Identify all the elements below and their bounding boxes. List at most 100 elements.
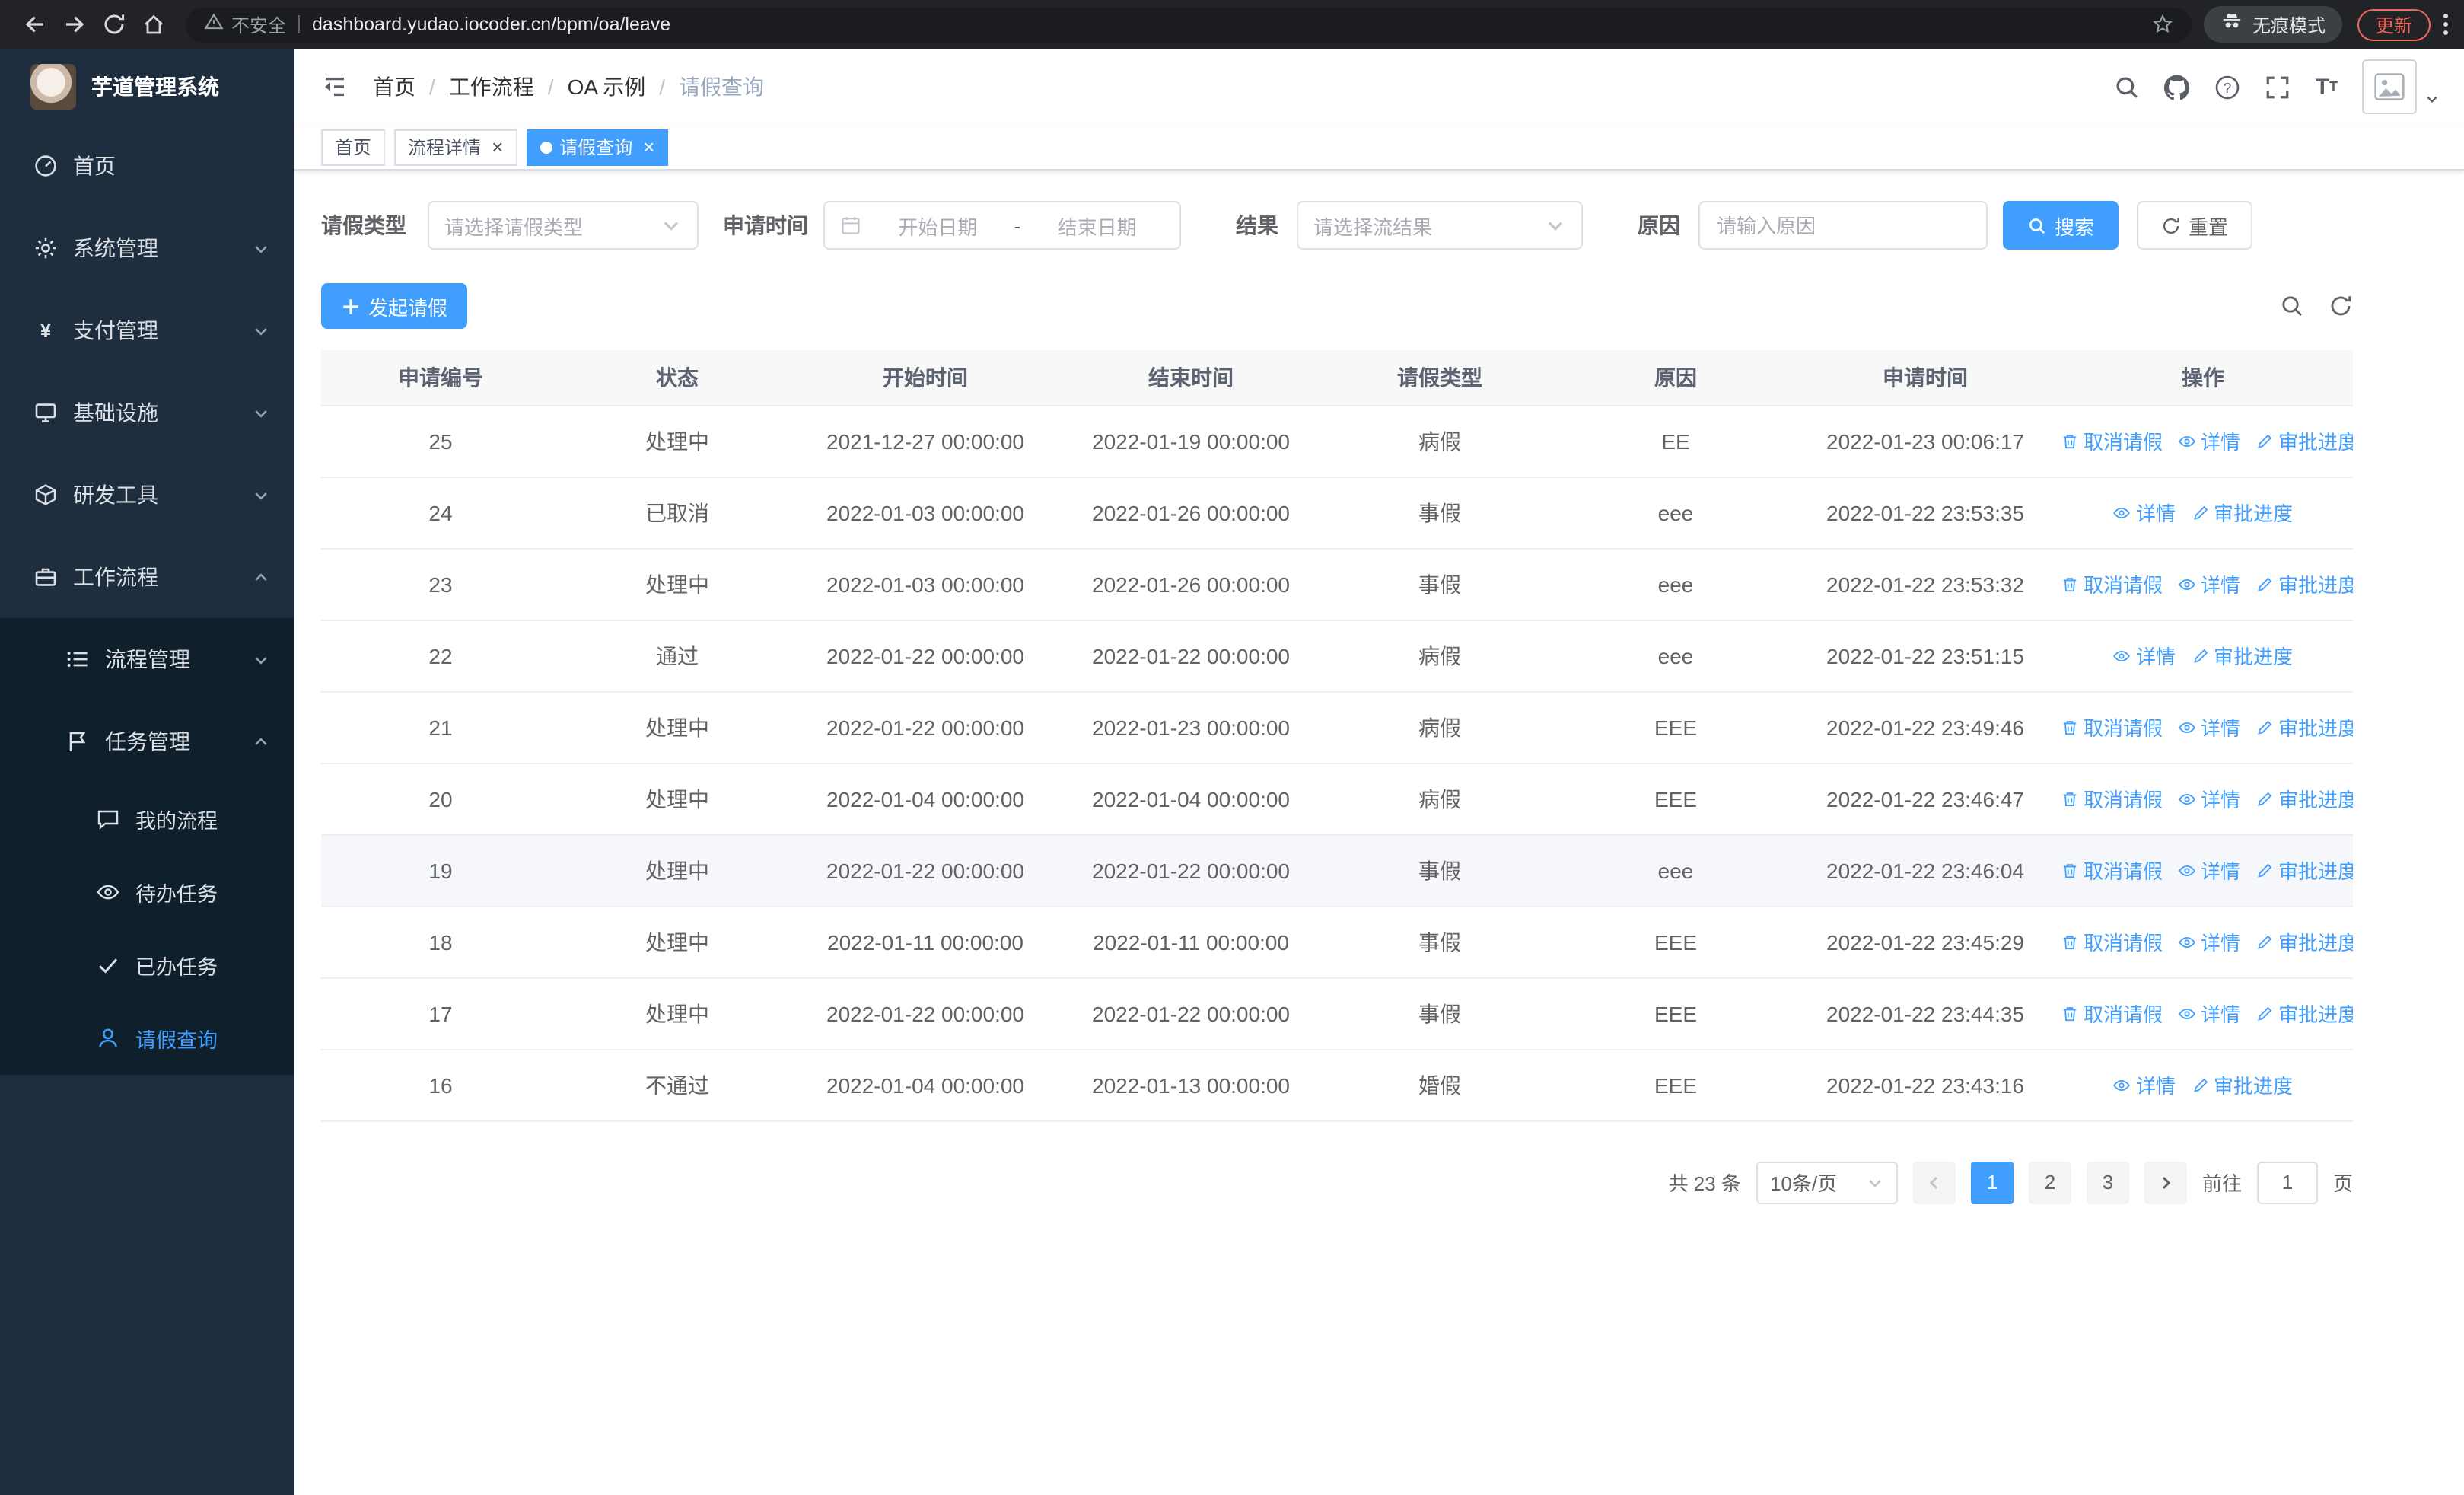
browser-menu-icon[interactable]: [2443, 12, 2449, 37]
action-label: 审批进度: [2214, 502, 2294, 525]
tab-请假查询[interactable]: 请假查询 ×: [526, 129, 669, 165]
fullscreen-icon[interactable]: [2265, 74, 2291, 100]
check-icon: [94, 952, 120, 978]
breadcrumb-item[interactable]: 工作流程: [449, 72, 534, 102]
forward-icon[interactable]: [55, 5, 94, 44]
sidebar-item-infra[interactable]: 基础设施: [0, 371, 294, 454]
cancel-link[interactable]: 取消请假: [2061, 426, 2163, 455]
sidebar-item-home[interactable]: 首页: [0, 125, 294, 207]
progress-link[interactable]: 审批进度: [2191, 641, 2293, 670]
cancel-link[interactable]: 取消请假: [2061, 712, 2163, 741]
font-size-icon[interactable]: TT: [2316, 75, 2338, 98]
page-button-2[interactable]: 2: [2028, 1161, 2071, 1203]
cancel-link[interactable]: 取消请假: [2061, 569, 2163, 598]
cancel-link[interactable]: 取消请假: [2061, 856, 2163, 885]
cell-id: 22: [321, 620, 560, 692]
detail-link[interactable]: 详情: [2113, 641, 2176, 670]
cell-applied: 2022-01-22 23:49:46: [1797, 691, 2053, 763]
eye-icon: [2178, 432, 2196, 450]
progress-link[interactable]: 审批进度: [2255, 856, 2353, 885]
progress-link[interactable]: 审批进度: [2191, 1070, 2293, 1099]
page-button-3[interactable]: 3: [2086, 1161, 2129, 1203]
cancel-link[interactable]: 取消请假: [2061, 999, 2163, 1028]
leave-type-select[interactable]: 请选择请假类型: [428, 201, 699, 250]
help-icon[interactable]: ?: [2215, 74, 2241, 100]
search-icon[interactable]: [2115, 74, 2141, 100]
chrome-update-button[interactable]: 更新: [2357, 8, 2431, 40]
detail-link[interactable]: 详情: [2178, 927, 2240, 956]
create-leave-button[interactable]: 发起请假: [321, 283, 468, 329]
leave-type-label: 请假类型: [321, 213, 406, 237]
sidebar-item-my-process[interactable]: 我的流程: [0, 783, 294, 856]
prev-page-button[interactable]: [1912, 1161, 1956, 1203]
bookmark-star-icon[interactable]: [2152, 14, 2173, 35]
detail-link[interactable]: 详情: [2178, 856, 2240, 885]
close-icon[interactable]: ×: [492, 137, 503, 157]
progress-link[interactable]: 审批进度: [2191, 498, 2293, 527]
eye-icon: [2113, 503, 2131, 521]
progress-link[interactable]: 审批进度: [2255, 712, 2353, 741]
chevron-down-icon: [2424, 91, 2440, 107]
detail-link[interactable]: 详情: [2178, 784, 2240, 813]
breadcrumb-item[interactable]: OA 示例: [568, 72, 646, 102]
next-page-button[interactable]: [2144, 1161, 2187, 1203]
user-menu[interactable]: [2362, 59, 2440, 114]
sidebar-item-done-tasks[interactable]: 已办任务: [0, 929, 294, 1002]
back-icon[interactable]: [15, 5, 55, 44]
sidebar-item-process-mgmt[interactable]: 流程管理: [0, 618, 294, 700]
breadcrumb-item[interactable]: 首页: [373, 72, 415, 102]
sidebar-item-todo-tasks[interactable]: 待办任务: [0, 856, 294, 929]
progress-link[interactable]: 审批进度: [2255, 569, 2353, 598]
eye-icon: [2178, 1004, 2196, 1022]
sidebar-item-task-mgmt[interactable]: 任务管理: [0, 700, 294, 783]
detail-link[interactable]: 详情: [2178, 712, 2240, 741]
date-range-picker[interactable]: 开始日期 - 结束日期: [823, 201, 1181, 250]
tab-流程详情[interactable]: 流程详情 ×: [394, 129, 517, 165]
sidebar-item-system[interactable]: 系统管理: [0, 207, 294, 289]
reload-icon[interactable]: [94, 5, 134, 44]
pen-icon: [2255, 432, 2274, 450]
progress-link[interactable]: 审批进度: [2255, 784, 2353, 813]
cancel-link[interactable]: 取消请假: [2061, 784, 2163, 813]
cell-type: 病假: [1326, 405, 1554, 477]
home-icon[interactable]: [134, 5, 173, 44]
show-search-icon[interactable]: [2280, 294, 2304, 318]
page-button-1[interactable]: 1: [1970, 1161, 2014, 1203]
pen-icon: [2255, 932, 2274, 951]
cell-type: 事假: [1326, 977, 1554, 1050]
progress-link[interactable]: 审批进度: [2255, 999, 2353, 1028]
reset-button[interactable]: 重置: [2137, 201, 2253, 250]
search-button[interactable]: 搜索: [2003, 201, 2119, 250]
not-secure-indicator[interactable]: 不安全: [204, 11, 286, 37]
detail-link[interactable]: 详情: [2178, 999, 2240, 1028]
address-bar[interactable]: 不安全 dashboard.yudao.iocoder.cn/bpm/oa/le…: [186, 7, 2192, 42]
cell-start: 2022-01-04 00:00:00: [794, 1049, 1056, 1121]
sidebar-item-workflow[interactable]: 工作流程: [0, 536, 294, 618]
sidebar-item-leave-query[interactable]: 请假查询: [0, 1002, 294, 1075]
action-label: 详情: [2201, 431, 2241, 454]
tab-label: 流程详情: [408, 137, 482, 158]
detail-link[interactable]: 详情: [2113, 498, 2176, 527]
cell-reason: EEE: [1554, 763, 1797, 835]
cancel-link[interactable]: 取消请假: [2061, 927, 2163, 956]
progress-link[interactable]: 审批进度: [2255, 927, 2353, 956]
incognito-label: 无痕模式: [2252, 14, 2326, 36]
sidebar-item-payment[interactable]: ¥ 支付管理: [0, 289, 294, 371]
collapse-sidebar-icon[interactable]: [318, 70, 352, 104]
cell-end: 2022-01-22 00:00:00: [1056, 620, 1326, 692]
detail-link[interactable]: 详情: [2178, 426, 2240, 455]
progress-link[interactable]: 审批进度: [2255, 426, 2353, 455]
github-icon[interactable]: [2164, 74, 2191, 100]
result-select[interactable]: 请选择流结果: [1297, 201, 1583, 250]
cell-applied: 2022-01-22 23:46:04: [1797, 834, 2053, 907]
refresh-table-icon[interactable]: [2329, 294, 2353, 318]
goto-page-input[interactable]: [2256, 1161, 2318, 1203]
detail-link[interactable]: 详情: [2113, 1070, 2176, 1099]
detail-link[interactable]: 详情: [2178, 569, 2240, 598]
page-size-select[interactable]: 10条/页: [1756, 1161, 1898, 1203]
reason-input[interactable]: [1698, 201, 1988, 250]
tab-首页[interactable]: 首页: [321, 129, 386, 165]
sidebar-menu: 首页 系统管理 ¥ 支付管理 基础设施 研发工具 工作流程 流程管理 任务管理 我的流程 待办任务已…: [0, 125, 294, 1075]
sidebar-item-devtools[interactable]: 研发工具: [0, 454, 294, 536]
close-icon[interactable]: ×: [643, 137, 654, 157]
